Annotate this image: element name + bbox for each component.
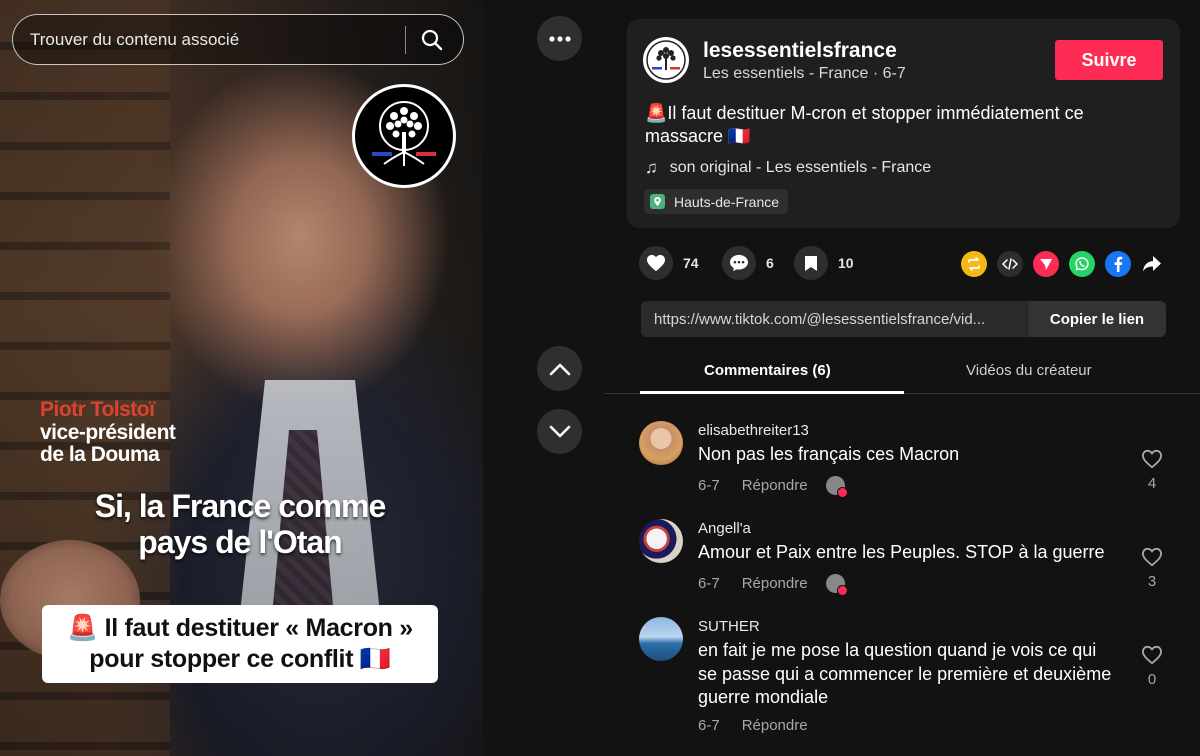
commenter-username[interactable]: elisabethreiter13 — [698, 422, 809, 439]
more-button[interactable] — [537, 16, 582, 61]
comment-meta: 6-7 Répondre — [698, 476, 848, 498]
search-bar[interactable]: Trouver du contenu associé — [12, 14, 464, 65]
video-url[interactable]: https://www.tiktok.com/@lesessentielsfra… — [641, 311, 1027, 328]
commenter-username[interactable]: SUTHER — [698, 618, 760, 635]
comment-like-icon[interactable] — [1141, 645, 1163, 665]
save-action[interactable]: 10 — [794, 246, 854, 280]
embed-button[interactable] — [997, 251, 1023, 277]
comment-action[interactable]: 6 — [722, 246, 774, 280]
reply-button[interactable]: Répondre — [742, 575, 808, 592]
banner-line-2: pour stopper ce conflit 🇫🇷 — [89, 645, 391, 673]
whatsapp-button[interactable] — [1069, 251, 1095, 277]
comment-date: 6-7 — [698, 477, 720, 494]
comment-button[interactable] — [722, 246, 756, 280]
music-link[interactable]: ♫ son original - Les essentiels - France — [645, 158, 931, 178]
reply-button[interactable]: Répondre — [742, 717, 808, 734]
video-description: 🚨Il faut destituer M-cron et stopper imm… — [645, 103, 1084, 146]
comment-like-count: 0 — [1147, 671, 1157, 688]
speaker-caption: Piotr Tolstoï vice-président de la Douma — [40, 398, 176, 466]
comment-text: Non pas les français ces Macron — [698, 444, 960, 464]
comment-meta: 6-7 Répondre — [698, 574, 848, 596]
repost-icon — [968, 257, 980, 271]
embed-icon — [1002, 258, 1018, 270]
tab-comments[interactable]: Commentaires (6) — [704, 362, 831, 379]
music-title: son original - Les essentiels - France — [669, 159, 932, 176]
creator-liked-avatar — [825, 476, 848, 498]
tab-creator-videos[interactable]: Vidéos du créateur — [966, 362, 1092, 379]
facebook-icon — [1114, 256, 1123, 272]
send-icon — [1040, 259, 1052, 270]
commenter-username[interactable]: Angell'a — [698, 520, 751, 537]
video-player[interactable]: Trouver du contenu associé Piotr Tolstoï… — [0, 0, 483, 756]
comment-icon — [730, 254, 748, 272]
whatsapp-icon — [1075, 257, 1089, 271]
subtitle-line-2: pays de l'Otan — [138, 524, 342, 560]
search-icon[interactable] — [420, 28, 444, 52]
comment-count: 6 — [766, 255, 774, 271]
comment-like-count: 3 — [1147, 573, 1157, 590]
search-input[interactable]: Trouver du contenu associé — [30, 30, 405, 50]
location-label: Hauts-de-France — [674, 193, 780, 210]
facebook-button[interactable] — [1105, 251, 1131, 277]
search-divider — [405, 25, 406, 54]
video-text-banner: 🚨 Il faut destituer « Macron » pour stop… — [42, 605, 438, 683]
repost-button[interactable] — [961, 251, 987, 277]
commenter-avatar[interactable] — [639, 421, 683, 465]
comment-text: Amour et Paix entre les Peuples. STOP à … — [698, 542, 1105, 562]
comment-item: elisabethreiter13 Non pas les français c… — [639, 421, 1179, 501]
location-pin-icon — [650, 194, 665, 209]
like-count: 74 — [683, 255, 699, 271]
creator-liked-avatar — [825, 574, 848, 596]
action-bar: 74 6 10 — [639, 246, 1169, 282]
subtitle-line-1: Si, la France comme — [94, 488, 386, 524]
reply-button[interactable]: Répondre — [742, 477, 808, 494]
comment-like-count: 4 — [1147, 475, 1157, 492]
music-note-icon: ♫ — [645, 158, 658, 177]
comment-date: 6-7 — [698, 575, 720, 592]
share-arrow-icon — [1143, 256, 1161, 272]
copy-link-button[interactable]: Copier le lien — [1027, 301, 1166, 337]
chevron-down-icon — [549, 425, 570, 437]
comment-text: en fait je me pose la question quand je … — [698, 640, 1112, 707]
send-button[interactable] — [1033, 251, 1059, 277]
speaker-role-2: de la Douma — [40, 443, 160, 466]
comment-like-icon[interactable] — [1141, 547, 1163, 567]
tree-logo-icon — [646, 40, 686, 80]
tab-bar: Commentaires (6) Vidéos du créateur — [604, 352, 1200, 394]
like-button[interactable] — [639, 246, 673, 280]
like-action[interactable]: 74 — [639, 246, 699, 280]
comment-like-icon[interactable] — [1141, 449, 1163, 469]
previous-video-button[interactable] — [537, 346, 582, 391]
more-icon — [548, 35, 571, 42]
comment-item: SUTHER en fait je me pose la question qu… — [639, 617, 1179, 742]
bookmark-icon — [805, 255, 817, 271]
follow-button[interactable]: Suivre — [1055, 40, 1163, 80]
comment-item: Angell'a Amour et Paix entre les Peuples… — [639, 519, 1179, 599]
tree-logo-icon — [372, 101, 436, 166]
commenter-avatar[interactable] — [639, 519, 683, 563]
author-info: Les essentiels - France · 6-7 — [703, 65, 906, 82]
video-subtitle: Si, la France comme pays de l'Otan — [60, 488, 420, 560]
more-share-button[interactable] — [1139, 251, 1165, 277]
comment-meta: 6-7 Répondre — [698, 717, 808, 734]
save-button[interactable] — [794, 246, 828, 280]
author-username[interactable]: lesessentielsfrance — [703, 39, 897, 63]
save-count: 10 — [838, 255, 854, 271]
chevron-up-icon — [549, 363, 570, 375]
next-video-button[interactable] — [537, 409, 582, 454]
active-tab-indicator — [640, 391, 904, 394]
video-link-row: https://www.tiktok.com/@lesessentielsfra… — [641, 301, 1166, 337]
banner-line-1: 🚨 Il faut destituer « Macron » — [67, 614, 413, 642]
comment-date: 6-7 — [698, 717, 720, 734]
channel-watermark-logo — [352, 84, 456, 188]
commenter-avatar[interactable] — [639, 617, 683, 661]
video-info-card: lesessentielsfrance Les essentiels - Fra… — [627, 19, 1180, 228]
author-avatar[interactable] — [643, 37, 689, 83]
heart-icon — [647, 254, 665, 272]
speaker-role: vice-président — [40, 421, 176, 444]
speaker-name: Piotr Tolstoï — [40, 398, 155, 421]
location-tag[interactable]: Hauts-de-France — [644, 189, 789, 214]
